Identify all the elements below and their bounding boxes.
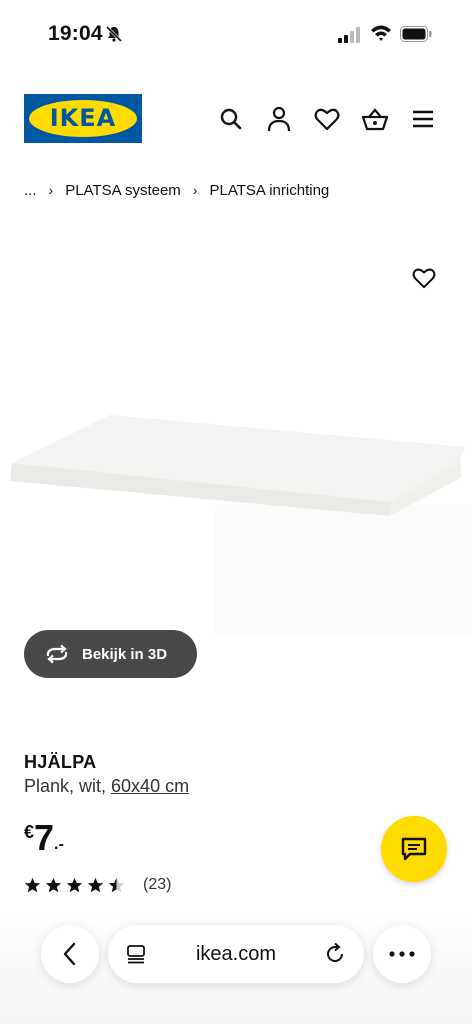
more-button[interactable] bbox=[373, 925, 431, 983]
heart-icon[interactable] bbox=[312, 104, 342, 134]
signal-icon bbox=[338, 27, 360, 43]
reload-icon[interactable] bbox=[324, 943, 346, 965]
search-icon[interactable] bbox=[216, 104, 246, 134]
star-full-icon bbox=[45, 877, 62, 892]
site-header: IKEA bbox=[0, 94, 472, 144]
rotate-3d-icon bbox=[46, 644, 68, 664]
wifi-icon bbox=[371, 25, 391, 41]
product-rating[interactable]: (23) bbox=[24, 876, 171, 894]
price-decimals: .- bbox=[54, 836, 64, 853]
logo-text: IKEA bbox=[49, 104, 117, 132]
favorite-heart-icon[interactable] bbox=[408, 262, 440, 294]
account-icon[interactable] bbox=[264, 104, 294, 134]
chevron-right-icon: › bbox=[192, 182, 198, 198]
breadcrumb-item-platsa-systeem[interactable]: PLATSA systeem bbox=[65, 182, 181, 199]
more-dots-icon bbox=[389, 951, 415, 957]
star-full-icon bbox=[87, 877, 104, 892]
address-bar[interactable]: ikea.com bbox=[108, 925, 364, 983]
chat-button[interactable] bbox=[381, 816, 447, 882]
chat-icon bbox=[401, 837, 427, 861]
product-image[interactable] bbox=[0, 215, 472, 635]
star-half-icon bbox=[108, 877, 125, 892]
breadcrumb: ... › PLATSA systeem › PLATSA inrichting bbox=[24, 180, 329, 200]
breadcrumb-ellipsis[interactable]: ... bbox=[24, 182, 37, 199]
bell-muted-icon bbox=[105, 25, 123, 43]
price-integer: 7 bbox=[34, 817, 55, 858]
chevron-left-icon bbox=[63, 942, 76, 966]
menu-icon[interactable] bbox=[408, 104, 438, 134]
breadcrumb-item-platsa-inrichting[interactable]: PLATSA inrichting bbox=[209, 182, 329, 199]
product-description-text: Plank, wit, bbox=[24, 776, 112, 796]
product-description: Plank, wit, 60x40 cm bbox=[24, 776, 189, 797]
product-price: € 7 .- bbox=[24, 818, 64, 858]
chevron-right-icon: › bbox=[48, 182, 54, 198]
basket-icon[interactable] bbox=[360, 104, 390, 134]
product-name: HJÄLPA bbox=[24, 752, 97, 772]
view-3d-button[interactable]: Bekijk in 3D bbox=[24, 630, 197, 678]
rating-count: (23) bbox=[143, 876, 172, 893]
price-currency: € bbox=[24, 822, 35, 842]
ikea-logo[interactable]: IKEA bbox=[24, 94, 142, 143]
status-bar: 19:04 bbox=[0, 0, 472, 70]
size-link[interactable]: 60x40 cm bbox=[111, 776, 189, 796]
status-time: 19:04 bbox=[48, 22, 103, 45]
star-full-icon bbox=[66, 877, 83, 892]
back-button[interactable] bbox=[41, 925, 99, 983]
star-full-icon bbox=[24, 877, 41, 892]
battery-icon bbox=[400, 26, 432, 42]
view-3d-label: Bekijk in 3D bbox=[82, 645, 168, 663]
